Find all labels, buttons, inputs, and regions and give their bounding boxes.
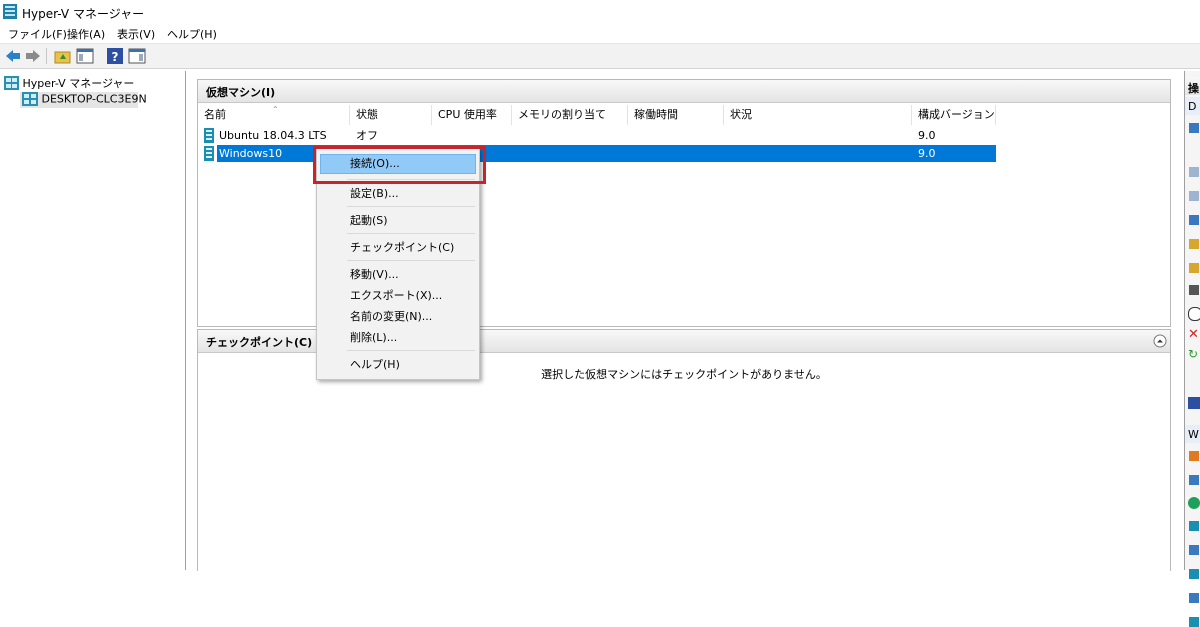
hyperv-app-icon bbox=[3, 4, 17, 19]
vm-name: Ubuntu 18.04.3 LTS bbox=[219, 129, 327, 142]
menu-item-delete[interactable]: 削除(L)... bbox=[350, 329, 397, 347]
menu-item-start[interactable]: 起動(S) bbox=[350, 212, 388, 230]
vm-config-version: 9.0 bbox=[918, 129, 936, 142]
start-icon[interactable] bbox=[1188, 497, 1200, 509]
hyperv-manager-icon bbox=[4, 76, 19, 90]
vm-state: オフ bbox=[356, 129, 378, 142]
actions-vm-section: W bbox=[1185, 425, 1200, 443]
checkpoint-icon[interactable] bbox=[1189, 521, 1199, 531]
vm-panel-header: 仮想マシン(I) bbox=[198, 80, 1170, 103]
actions-host-section: D bbox=[1185, 97, 1200, 115]
forward-arrow-icon[interactable] bbox=[24, 47, 42, 65]
col-header-cpu[interactable]: CPU 使用率 bbox=[432, 105, 512, 125]
menu-action[interactable]: 操作(A) bbox=[67, 26, 105, 42]
actions-pane: 操 D ✕ ↻ W bbox=[1184, 71, 1200, 627]
vm-column-headers: 名前 ⌃ 状態 CPU 使用率 メモリの割り当て 稼働時間 状況 構成バージョン bbox=[198, 105, 1170, 125]
vm-icon bbox=[204, 146, 214, 161]
svg-text:?: ? bbox=[112, 50, 119, 64]
import-icon[interactable] bbox=[1189, 167, 1199, 177]
vm-name: Windows10 bbox=[219, 147, 283, 160]
remove-server-icon[interactable]: ✕ bbox=[1188, 327, 1199, 342]
settings-icon[interactable] bbox=[1189, 191, 1199, 201]
actions-header: 操 bbox=[1185, 77, 1200, 95]
menu-item-export[interactable]: エクスポート(X)... bbox=[350, 287, 442, 305]
tree-host-label: DESKTOP-CLC3E9N bbox=[41, 92, 147, 106]
menu-separator bbox=[347, 206, 475, 207]
menu-item-settings[interactable]: 設定(B)... bbox=[350, 185, 399, 203]
vm-panel-title: 仮想マシン(I) bbox=[206, 86, 276, 99]
rename-icon[interactable] bbox=[1189, 593, 1199, 603]
menu-separator bbox=[347, 350, 475, 351]
move-icon[interactable] bbox=[1189, 545, 1199, 555]
new-icon[interactable] bbox=[1189, 123, 1199, 133]
export-icon[interactable] bbox=[1189, 569, 1199, 579]
toolbar-separator bbox=[46, 48, 47, 64]
refresh-icon[interactable]: ↻ bbox=[1188, 347, 1198, 361]
tree-root-label: Hyper-V マネージャー bbox=[22, 77, 135, 90]
annotation-highlight-box bbox=[313, 146, 486, 184]
menu-bar: ファイル(F) 操作(A) 表示(V) ヘルプ(H) bbox=[0, 24, 1200, 44]
show-hide-tree-icon[interactable] bbox=[76, 47, 94, 65]
vm-config-version: 9.0 bbox=[918, 147, 936, 160]
col-header-memory[interactable]: メモリの割り当て bbox=[512, 105, 628, 125]
vm-settings-icon[interactable] bbox=[1189, 475, 1199, 485]
help-icon[interactable] bbox=[1188, 397, 1200, 409]
navigation-tree: Hyper-V マネージャー DESKTOP-CLC3E9N bbox=[0, 71, 186, 570]
menu-item-move[interactable]: 移動(V)... bbox=[350, 266, 399, 284]
show-hide-action-icon[interactable] bbox=[128, 47, 146, 65]
back-arrow-icon[interactable] bbox=[4, 47, 22, 65]
col-header-config-version[interactable]: 構成バージョン bbox=[912, 105, 996, 125]
toolbar: ? bbox=[0, 44, 1200, 69]
delete-icon[interactable] bbox=[1189, 617, 1199, 627]
server-icon bbox=[22, 92, 38, 106]
connect-icon[interactable] bbox=[1189, 451, 1199, 461]
menu-item-help[interactable]: ヘルプ(H) bbox=[350, 356, 400, 374]
col-header-uptime[interactable]: 稼働時間 bbox=[628, 105, 724, 125]
menu-separator bbox=[347, 233, 475, 234]
col-header-status[interactable]: 状況 bbox=[724, 105, 912, 125]
col-header-state[interactable]: 状態 bbox=[350, 105, 432, 125]
menu-item-rename[interactable]: 名前の変更(N)... bbox=[350, 308, 432, 326]
menu-separator bbox=[347, 260, 475, 261]
stop-service-icon[interactable] bbox=[1188, 307, 1200, 321]
tree-root-hyperv-manager[interactable]: Hyper-V マネージャー bbox=[4, 75, 134, 91]
menu-item-checkpoint[interactable]: チェックポイント(C) bbox=[350, 239, 454, 257]
menu-file[interactable]: ファイル(F) bbox=[8, 26, 67, 42]
switch-manager-icon[interactable] bbox=[1189, 215, 1199, 225]
collapse-icon[interactable] bbox=[1153, 334, 1167, 348]
menu-help[interactable]: ヘルプ(H) bbox=[167, 26, 217, 42]
vm-icon bbox=[204, 128, 214, 143]
window-title: Hyper-V マネージャー bbox=[22, 7, 145, 21]
san-manager-icon[interactable] bbox=[1189, 239, 1199, 249]
menu-view[interactable]: 表示(V) bbox=[117, 26, 155, 42]
table-row[interactable]: Ubuntu 18.04.3 LTS オフ 9.0 bbox=[202, 127, 996, 144]
inspect-disk-icon[interactable] bbox=[1189, 285, 1199, 295]
folder-up-icon[interactable] bbox=[54, 47, 72, 65]
checkpoint-panel-title: チェックポイント(C) bbox=[206, 336, 313, 349]
tree-host-node[interactable]: DESKTOP-CLC3E9N bbox=[20, 92, 147, 108]
sort-arrow-icon: ⌃ bbox=[272, 105, 279, 114]
title-bar: Hyper-V マネージャー bbox=[0, 0, 1200, 24]
edit-disk-icon[interactable] bbox=[1189, 263, 1199, 273]
help-icon[interactable]: ? bbox=[106, 47, 124, 65]
